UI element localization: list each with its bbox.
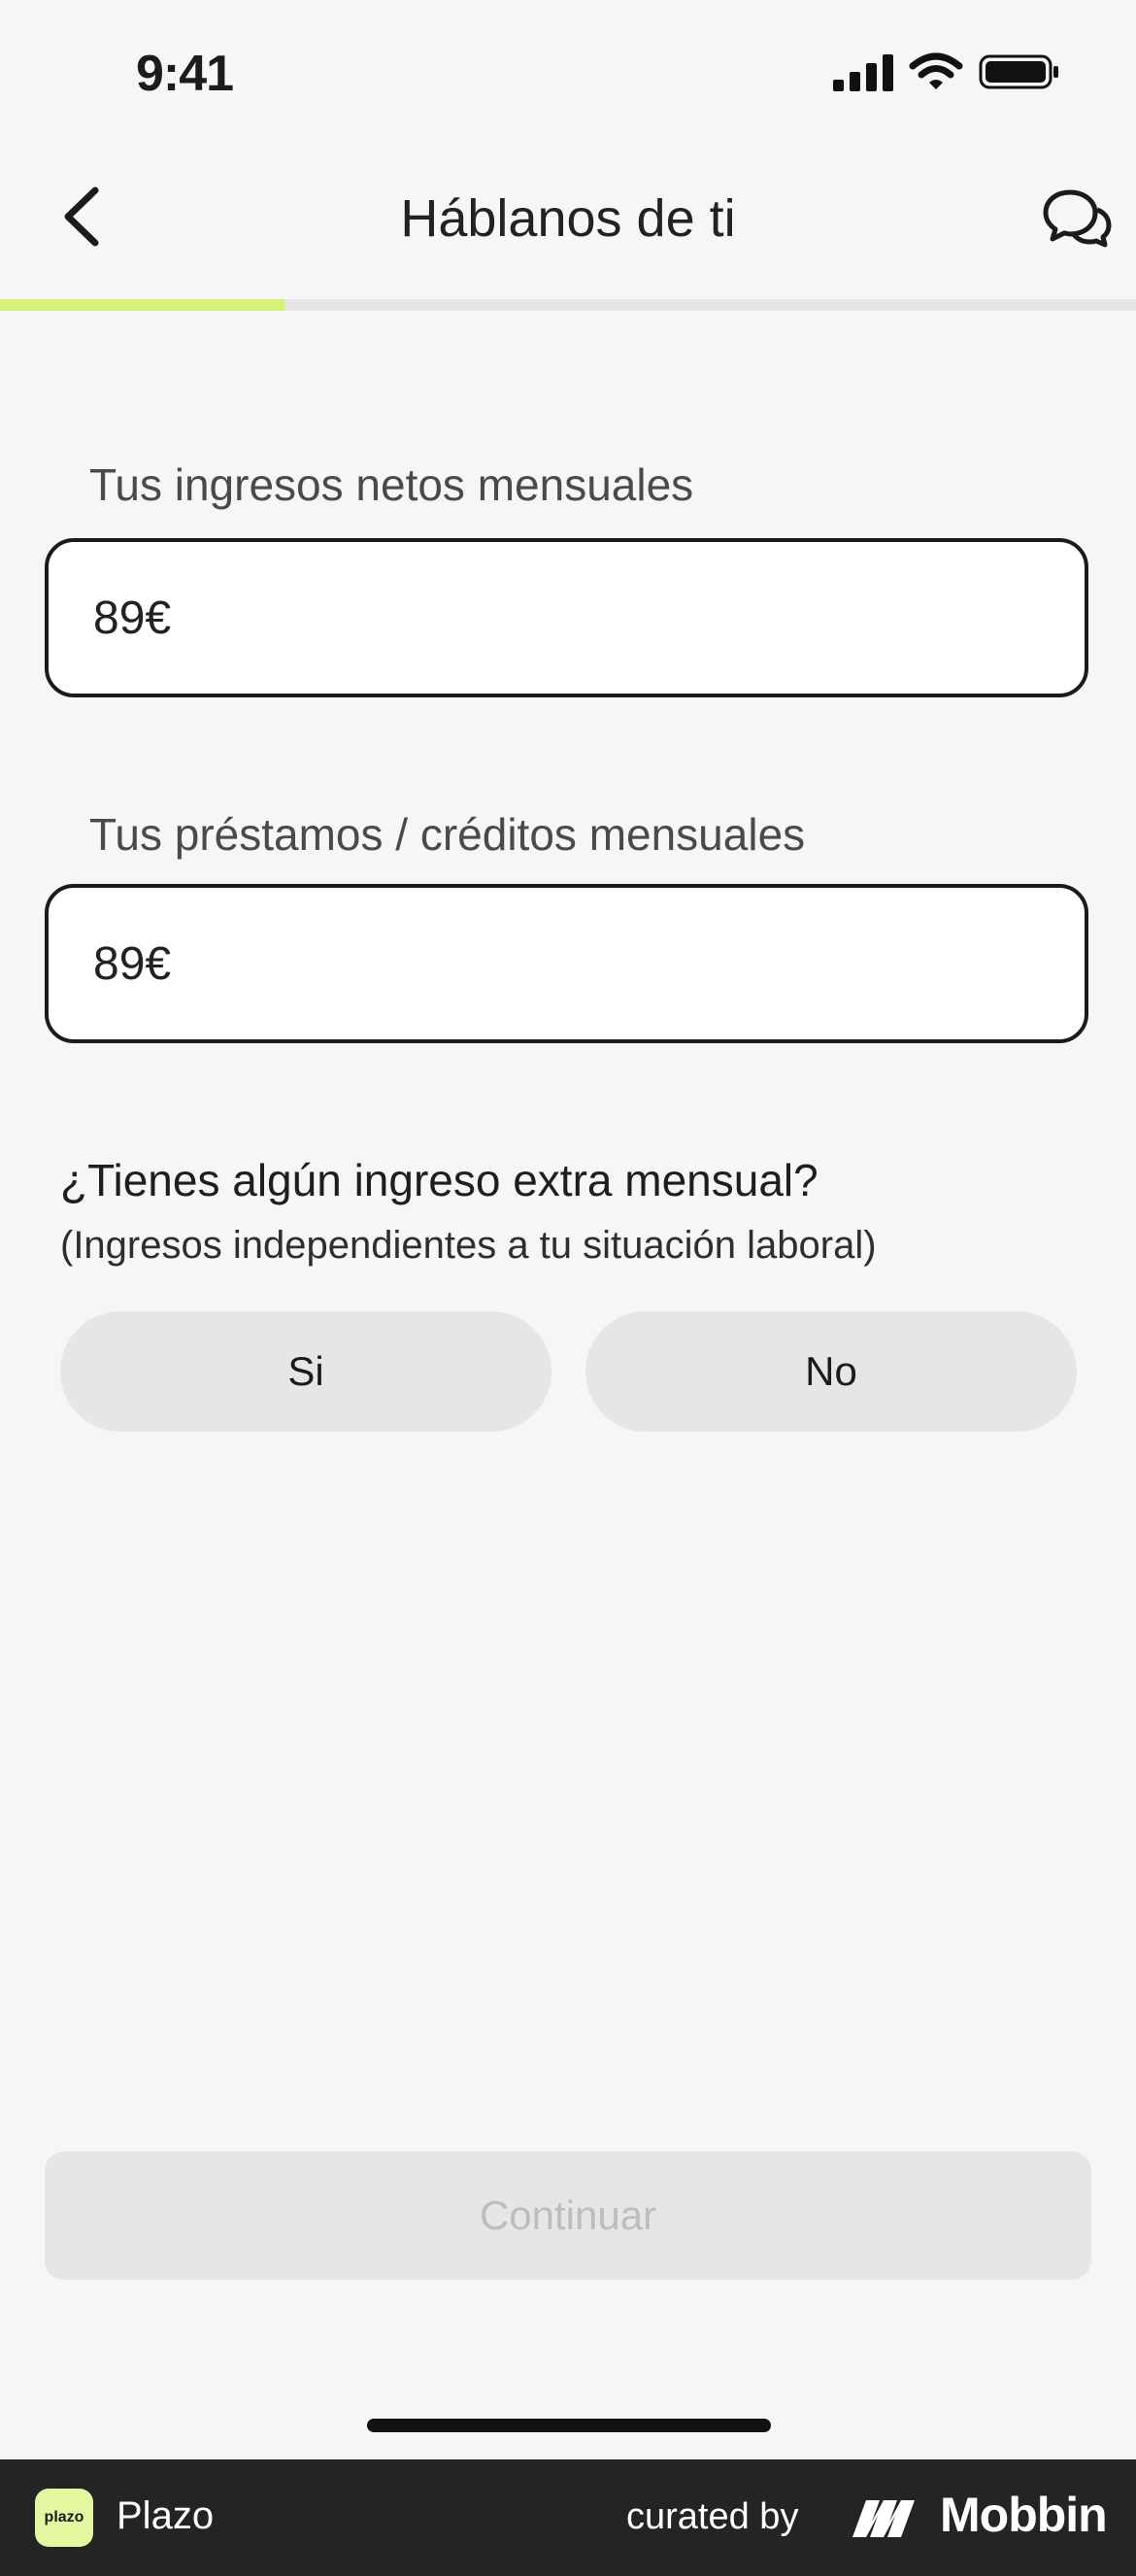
income-input[interactable]: 89€ bbox=[45, 538, 1088, 697]
chat-bubbles-icon bbox=[1043, 189, 1112, 248]
income-value: 89€ bbox=[93, 592, 172, 644]
continue-button[interactable]: Continuar bbox=[45, 2152, 1091, 2280]
yes-button[interactable]: Si bbox=[60, 1311, 551, 1432]
extra-income-hint: (Ingresos independientes a tu situación … bbox=[60, 1224, 877, 1267]
no-button[interactable]: No bbox=[585, 1311, 1077, 1432]
wifi-icon bbox=[909, 52, 963, 89]
loans-label: Tus préstamos / créditos mensuales bbox=[89, 809, 806, 860]
mobbin-logo-icon bbox=[852, 2500, 915, 2537]
app-logo-text: plazo bbox=[44, 2509, 84, 2525]
chat-support-button[interactable] bbox=[1041, 186, 1113, 249]
loans-value: 89€ bbox=[93, 937, 172, 990]
loans-input[interactable]: 89€ bbox=[45, 884, 1088, 1043]
mobbin-brand: Mobbin bbox=[940, 2488, 1108, 2542]
curated-by-label: curated by bbox=[626, 2496, 799, 2537]
status-bar: 9:41 bbox=[0, 0, 1136, 155]
page-title: Háblanos de ti bbox=[400, 189, 736, 248]
progress-bar bbox=[0, 299, 1136, 311]
progress-fill bbox=[0, 299, 284, 311]
extra-income-question: ¿Tienes algún ingreso extra mensual? bbox=[60, 1155, 819, 1205]
app-name: Plazo bbox=[117, 2494, 215, 2537]
app-logo: plazo bbox=[35, 2489, 93, 2547]
cellular-signal-icon bbox=[833, 54, 893, 91]
status-time: 9:41 bbox=[136, 46, 234, 102]
nav-bar: Háblanos de ti bbox=[0, 165, 1136, 272]
footer-bar: plazo Plazo curated by Mobbin bbox=[0, 2459, 1136, 2576]
battery-icon bbox=[979, 54, 1058, 89]
home-indicator bbox=[367, 2419, 771, 2432]
income-label: Tus ingresos netos mensuales bbox=[89, 459, 694, 510]
status-icons bbox=[833, 52, 1060, 91]
